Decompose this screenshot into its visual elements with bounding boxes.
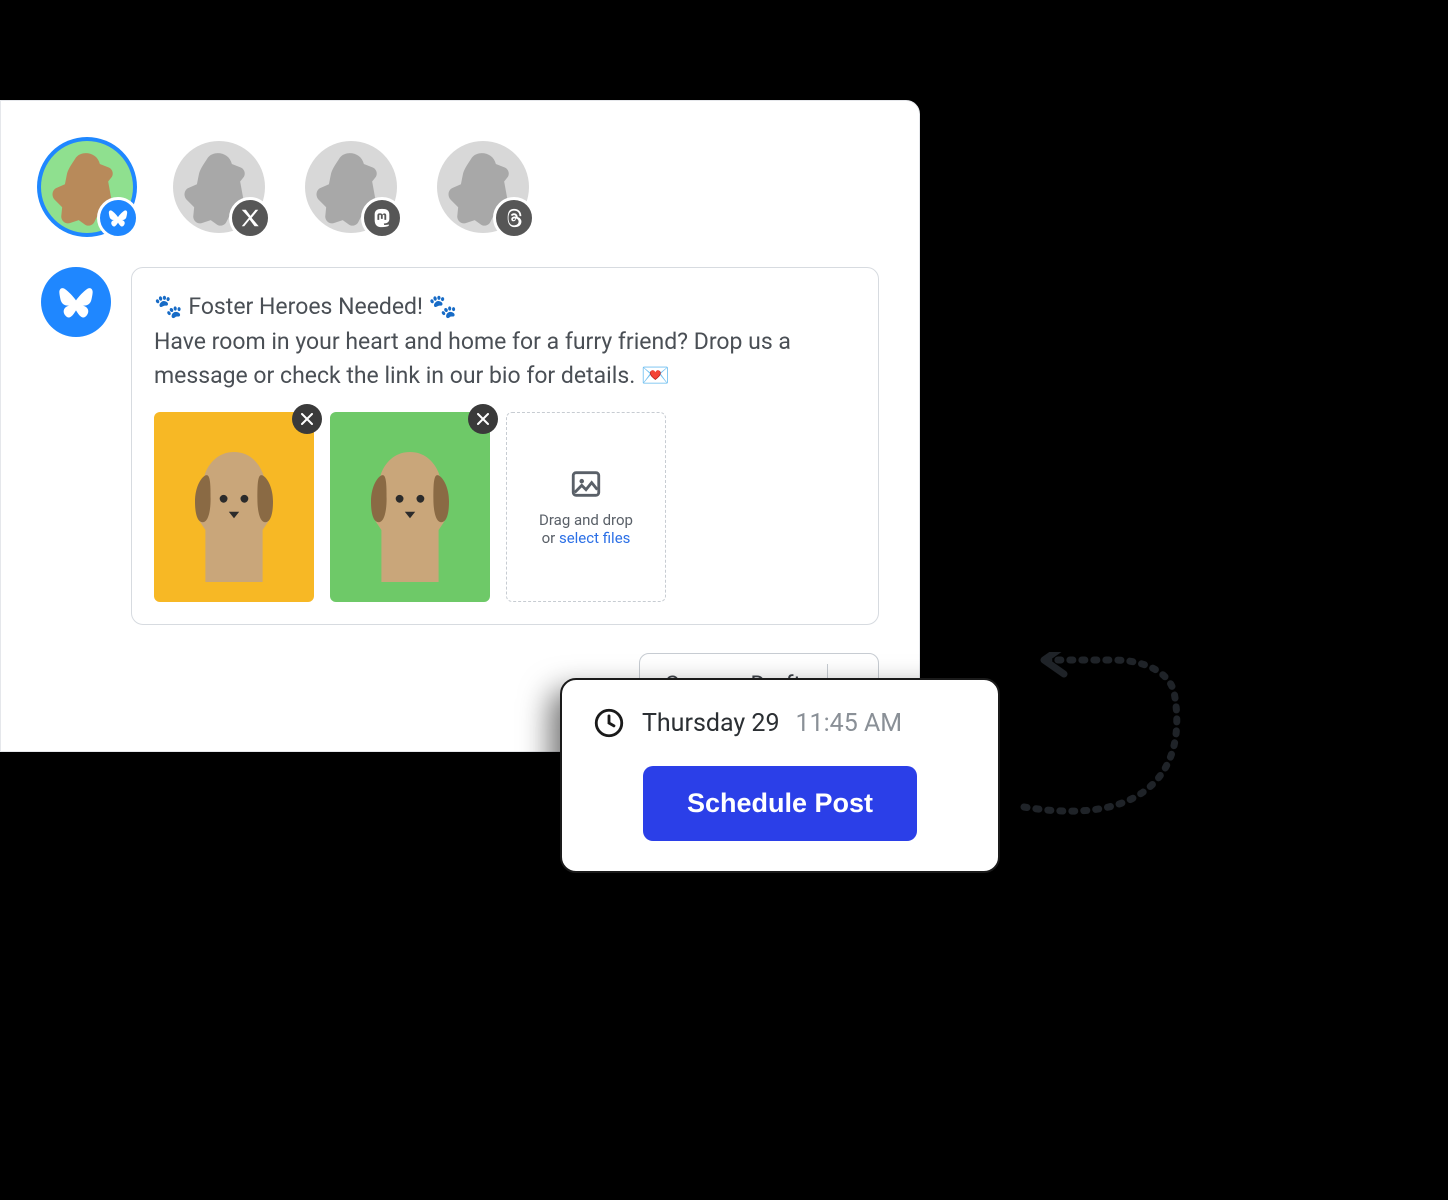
account-bluesky[interactable] xyxy=(41,141,133,233)
mastodon-icon xyxy=(361,197,403,239)
post-text[interactable]: 🐾 Foster Heroes Needed! 🐾 Have room in y… xyxy=(154,290,856,394)
bluesky-icon xyxy=(97,197,139,239)
schedule-time: 11:45 AM xyxy=(796,709,903,738)
attachments-row: Drag and drop or select files xyxy=(154,412,856,602)
clock-icon xyxy=(592,706,626,740)
schedule-date: Thursday 29 xyxy=(642,709,780,738)
schedule-datetime[interactable]: Thursday 29 11:45 AM xyxy=(592,706,968,740)
account-threads[interactable] xyxy=(437,141,529,233)
select-files-link[interactable]: select files xyxy=(559,529,630,547)
attachment-2[interactable] xyxy=(330,412,490,602)
x-icon xyxy=(229,197,271,239)
active-network-bluesky-icon xyxy=(41,267,111,337)
attachment-image xyxy=(154,412,314,602)
remove-attachment-icon[interactable] xyxy=(292,404,322,434)
image-icon xyxy=(569,467,603,501)
upload-dropzone[interactable]: Drag and drop or select files xyxy=(506,412,666,602)
post-composer[interactable]: 🐾 Foster Heroes Needed! 🐾 Have room in y… xyxy=(131,267,879,625)
decorative-arrow-icon xyxy=(1004,652,1194,822)
account-mastodon[interactable] xyxy=(305,141,397,233)
schedule-popover: Thursday 29 11:45 AM Schedule Post xyxy=(560,678,1000,873)
threads-icon xyxy=(493,197,535,239)
composer-row: 🐾 Foster Heroes Needed! 🐾 Have room in y… xyxy=(41,267,879,625)
remove-attachment-icon[interactable] xyxy=(468,404,498,434)
attachment-1[interactable] xyxy=(154,412,314,602)
account-selector-row xyxy=(41,141,879,233)
dropzone-text: Drag and drop or select files xyxy=(539,511,633,547)
attachment-image xyxy=(330,412,490,602)
schedule-post-button[interactable]: Schedule Post xyxy=(643,766,917,841)
account-x[interactable] xyxy=(173,141,265,233)
composer-card: 🐾 Foster Heroes Needed! 🐾 Have room in y… xyxy=(0,100,920,752)
